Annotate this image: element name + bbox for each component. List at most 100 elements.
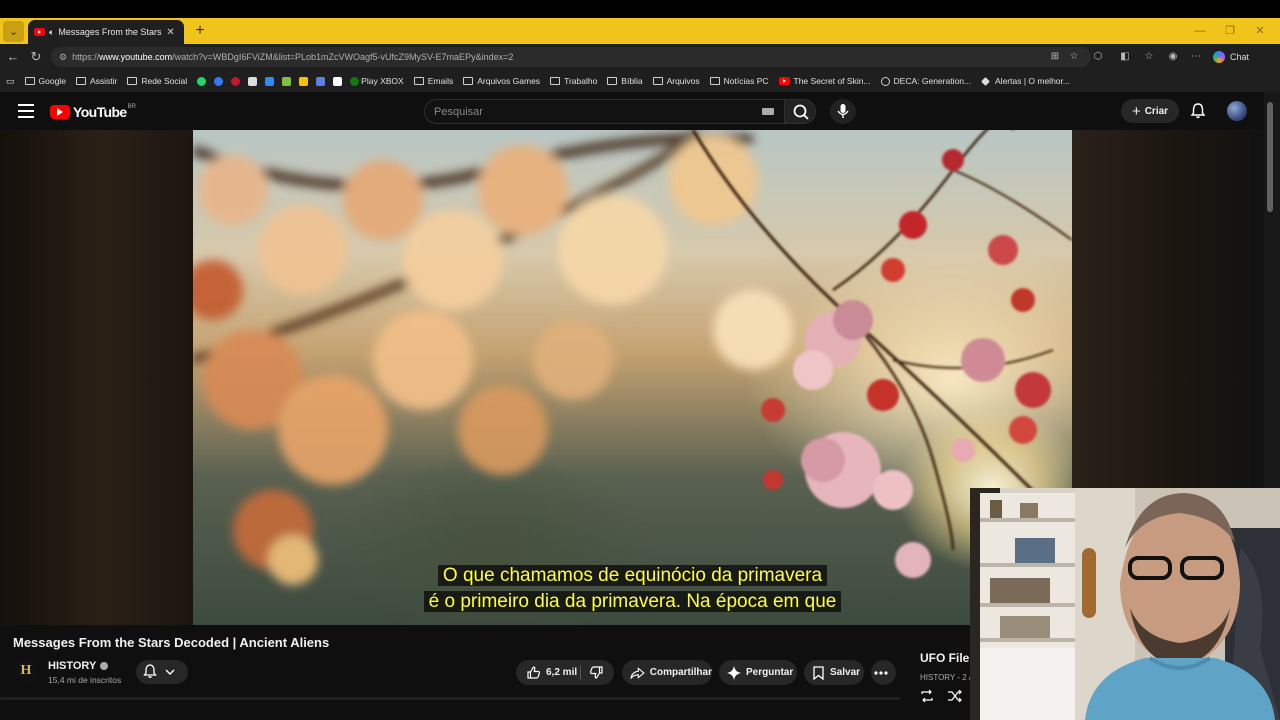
loop-icon — [921, 689, 933, 703]
tab-close-icon[interactable]: ✕ — [166, 27, 174, 38]
bookmark-assistir[interactable]: Assistir — [75, 76, 117, 86]
address-bar[interactable]: ⚙︎ https://www.youtube.com/watch?v=WBDgI… — [51, 47, 1091, 67]
youtube-play-icon — [50, 105, 70, 119]
back-button[interactable]: ← — [5, 48, 21, 66]
bookmark-deca[interactable]: DECA: Generation... — [880, 76, 971, 86]
like-button[interactable]: 6,2 mil — [516, 660, 614, 685]
favorites-icon[interactable]: ☆ — [1142, 49, 1156, 65]
folder-icon — [413, 77, 424, 85]
bookmark-yellow-app[interactable] — [299, 76, 310, 86]
more-actions-button[interactable] — [871, 660, 896, 685]
bookmark-noticias-pc[interactable]: Notícias PC — [709, 76, 769, 86]
bell-chevron-icon — [143, 664, 175, 678]
avatar[interactable] — [1227, 101, 1247, 121]
new-tab-button[interactable]: + — [192, 22, 208, 40]
bookmark-rede-social[interactable]: Rede Social — [127, 76, 187, 86]
minimize-icon[interactable]: — — [1188, 22, 1212, 40]
caption-line-2: é o primeiro dia da primavera. Na época … — [423, 591, 842, 612]
chat-label: Chat — [1230, 52, 1250, 62]
youtube-favicon-icon — [34, 28, 45, 36]
window-top-strip — [0, 0, 1280, 18]
window-close-icon[interactable]: ✕ — [1248, 22, 1272, 40]
bookmark-gray-app[interactable] — [248, 76, 259, 86]
search-icon — [793, 104, 809, 120]
search-input[interactable]: Pesquisar — [424, 99, 784, 124]
channel-avatar[interactable]: H — [15, 660, 37, 682]
folder-icon — [607, 77, 618, 85]
bookmark-biblia[interactable]: Bíblia — [607, 76, 643, 86]
youtube-logo[interactable]: YouTube BR — [50, 103, 136, 121]
plus-icon: + — [1131, 102, 1141, 120]
folder-icon — [652, 77, 663, 85]
keyboard-icon[interactable] — [762, 108, 774, 115]
app-icon — [316, 76, 326, 86]
copilot-icon — [1213, 51, 1225, 63]
reading-list-icon[interactable]: ▭ — [6, 76, 15, 87]
ask-button[interactable]: Perguntar — [719, 660, 797, 685]
create-button[interactable]: + Criar — [1121, 99, 1179, 123]
bookmark-messenger[interactable] — [214, 76, 225, 86]
search-button[interactable] — [784, 99, 816, 124]
microphone-icon — [837, 104, 849, 118]
subscriber-count: 15,4 mi de inscritos — [48, 675, 122, 685]
folder-icon — [127, 77, 138, 85]
app-icon — [265, 76, 275, 86]
playlist-title[interactable]: UFO File — [920, 651, 969, 665]
video-player[interactable] — [193, 130, 1072, 625]
bookmark-multi-app[interactable] — [316, 76, 327, 86]
bookmarks-bar: ▭ Google Assistir Rede Social Play XBOX … — [0, 70, 1280, 92]
bookmark-arquivos-games[interactable]: Arquivos Games — [463, 76, 540, 86]
tab-list-chevron-icon[interactable]: ⌄ — [3, 21, 24, 42]
share-button[interactable]: Compartilhar — [622, 660, 712, 685]
subscription-bell-button[interactable] — [136, 660, 188, 684]
folder-icon — [550, 77, 561, 85]
bookmark-emails[interactable]: Emails — [413, 76, 453, 86]
bookmark-secret-of-skin[interactable]: The Secret of Skin... — [778, 76, 871, 86]
split-screen-icon[interactable]: ◧ — [1118, 49, 1132, 65]
folder-icon — [463, 77, 474, 85]
audio-playing-icon[interactable]: 🔈︎ — [49, 27, 54, 38]
bookmark-icon — [813, 665, 824, 680]
more-menu-icon[interactable]: ⋯ — [1189, 49, 1203, 65]
tab-active[interactable]: 🔈︎ Messages From the Stars Decoded ✕ — [28, 20, 184, 44]
bookmark-s-app[interactable] — [333, 76, 344, 86]
save-button[interactable]: Salvar — [804, 660, 864, 685]
video-title: Messages From the Stars Decoded | Ancien… — [13, 635, 330, 650]
bookmark-trabalho[interactable]: Trabalho — [550, 76, 597, 86]
bookmark-red-app[interactable] — [231, 76, 242, 86]
bookmark-green-app[interactable] — [282, 76, 293, 86]
bookmark-blue-app[interactable] — [265, 76, 276, 86]
folder-icon — [709, 77, 720, 85]
bookmark-play-xbox[interactable]: Play XBOX — [350, 76, 404, 86]
app-icon — [248, 76, 258, 86]
bookmark-alertas[interactable]: Alertas | O melhor... — [981, 76, 1070, 86]
folder-icon — [75, 77, 86, 85]
channel-name[interactable]: HISTORY — [48, 660, 109, 672]
voice-search-button[interactable] — [830, 99, 856, 124]
sparkle-icon — [727, 665, 741, 680]
divider — [580, 665, 581, 680]
bookmark-whatsapp[interactable] — [197, 76, 208, 86]
more-dots-icon — [874, 670, 888, 675]
maximize-icon[interactable]: ❐ — [1218, 22, 1242, 40]
menu-hamburger-icon[interactable] — [18, 104, 34, 118]
bookmark-star-icon[interactable]: ☆ — [1067, 49, 1081, 65]
notifications-bell-icon[interactable] — [1189, 102, 1207, 120]
app-icon — [333, 76, 343, 86]
thumbs-down-icon[interactable] — [589, 665, 604, 680]
scrollbar-thumb[interactable] — [1267, 102, 1273, 212]
extensions-icon[interactable]: ⬡ — [1091, 49, 1105, 65]
bookmark-arquivos[interactable]: Arquivos — [652, 76, 700, 86]
tab-title: Messages From the Stars Decoded — [58, 27, 162, 37]
copilot-chat-button[interactable]: Chat — [1213, 49, 1249, 65]
caption-line-1: O que chamamos de equinócio da primavera — [437, 565, 828, 586]
app-icon — [299, 76, 309, 86]
site-info-icon[interactable]: ⚙︎ — [59, 52, 67, 63]
reload-button[interactable]: ↻ — [28, 48, 44, 66]
bookmark-google[interactable]: Google — [24, 76, 66, 86]
app-install-icon[interactable]: ⊞ — [1048, 49, 1062, 65]
messenger-icon — [214, 76, 224, 86]
thumbs-up-icon — [527, 666, 541, 679]
profile-icon[interactable]: ◉ — [1166, 49, 1180, 65]
folder-icon — [24, 77, 35, 85]
